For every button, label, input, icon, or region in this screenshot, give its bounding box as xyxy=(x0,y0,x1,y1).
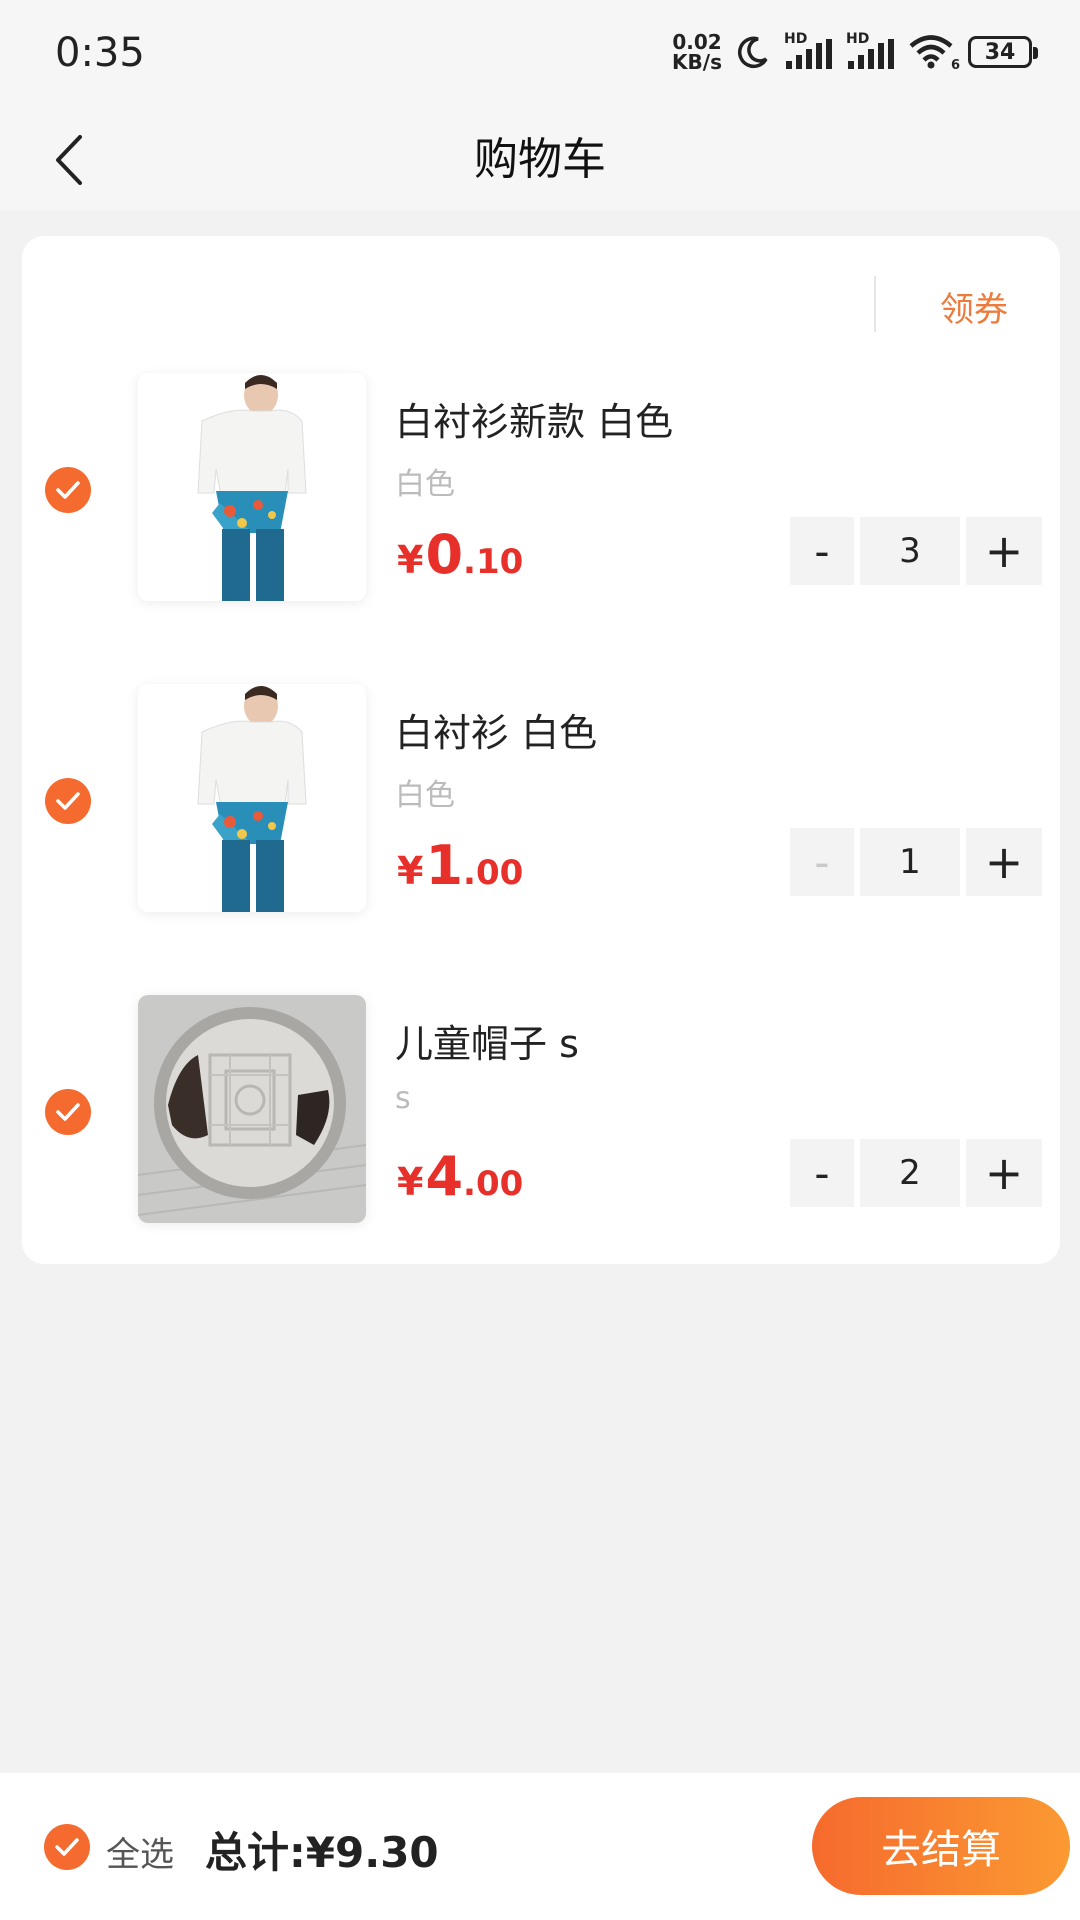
check-icon xyxy=(56,1103,80,1121)
product-name[interactable]: 白衬衫新款 白色 xyxy=(395,391,673,446)
cart-list: 领券 白衬衫新款 白色 白色 ¥0.10 - 3 + 白衬衫 白色 白色 ¥1.… xyxy=(22,236,1060,1264)
price-integer: 4 xyxy=(425,1145,464,1208)
wifi: 6 xyxy=(908,35,960,73)
quantity-value[interactable]: 2 xyxy=(860,1139,960,1207)
cart-item: 儿童帽子 s s ¥4.00 - 2 + xyxy=(22,995,1060,1227)
check-icon xyxy=(56,481,80,499)
coupon-button[interactable]: 领券 xyxy=(940,282,1008,331)
product-name[interactable]: 白衬衫 白色 xyxy=(395,702,597,757)
cart-item: 白衬衫新款 白色 白色 ¥0.10 - 3 + xyxy=(22,373,1060,605)
quantity-stepper: - 1 + xyxy=(790,828,1042,896)
signal-2: HD xyxy=(846,31,894,69)
wifi-sub-label: 6 xyxy=(950,58,960,73)
price-decimal: .00 xyxy=(463,1164,524,1204)
increase-button[interactable]: + xyxy=(966,1139,1042,1207)
total-price: 总计:¥9.30 xyxy=(205,1828,439,1877)
product-image[interactable] xyxy=(138,995,366,1223)
product-price: ¥4.00 xyxy=(397,1145,523,1208)
hd-badge: HD xyxy=(784,31,808,47)
checkout-button[interactable]: 去结算 xyxy=(812,1797,1070,1895)
shirt-product-photo xyxy=(138,373,366,601)
check-icon xyxy=(55,1838,79,1856)
product-spec: 白色 xyxy=(395,778,455,813)
item-checkbox[interactable] xyxy=(45,778,91,824)
decrease-button[interactable]: - xyxy=(790,1139,854,1207)
status-time: 0:35 xyxy=(55,30,145,76)
price-currency: ¥ xyxy=(397,849,424,893)
manhole-cover-photo xyxy=(138,995,366,1223)
increase-button[interactable]: + xyxy=(966,517,1042,585)
price-currency: ¥ xyxy=(397,538,424,582)
cart-item: 白衬衫 白色 白色 ¥1.00 - 1 + xyxy=(22,684,1060,916)
increase-button[interactable]: + xyxy=(966,828,1042,896)
select-all-checkbox[interactable] xyxy=(44,1824,90,1870)
moon-icon xyxy=(737,36,768,69)
product-price: ¥1.00 xyxy=(397,834,523,897)
quantity-value[interactable]: 1 xyxy=(860,828,960,896)
wifi-icon xyxy=(909,35,953,69)
checkout-bar: 全选 总计:¥9.30 去结算 xyxy=(0,1773,1080,1920)
check-icon xyxy=(56,792,80,810)
signal-1: HD xyxy=(784,31,832,69)
decrease-button[interactable]: - xyxy=(790,828,854,896)
price-integer: 0 xyxy=(425,523,464,586)
shirt-product-photo xyxy=(138,684,366,912)
price-integer: 1 xyxy=(425,834,464,897)
product-price: ¥0.10 xyxy=(397,523,523,586)
price-decimal: .10 xyxy=(463,542,524,582)
product-name[interactable]: 儿童帽子 s xyxy=(395,1013,579,1068)
coupon-divider xyxy=(874,276,876,332)
product-image[interactable] xyxy=(138,373,366,601)
price-currency: ¥ xyxy=(397,1160,424,1204)
product-spec: 白色 xyxy=(395,467,455,502)
quantity-stepper: - 2 + xyxy=(790,1139,1042,1207)
battery-level: 34 xyxy=(984,39,1016,65)
decrease-button[interactable]: - xyxy=(790,517,854,585)
page-title: 购物车 xyxy=(474,134,606,185)
product-image[interactable] xyxy=(138,684,366,912)
network-speed-unit: KB/s xyxy=(672,50,722,74)
network-speed-value: 0.02 xyxy=(672,30,722,54)
quantity-value[interactable]: 3 xyxy=(860,517,960,585)
network-speed: 0.02 KB/s xyxy=(672,32,722,72)
price-decimal: .00 xyxy=(463,853,524,893)
battery-icon: 34 xyxy=(968,36,1038,68)
item-checkbox[interactable] xyxy=(45,467,91,513)
status-bar: 0:35 0.02 KB/s HD HD 6 34 xyxy=(0,0,1080,105)
hd-badge: HD xyxy=(846,31,870,47)
quantity-stepper: - 3 + xyxy=(790,517,1042,585)
product-spec: s xyxy=(395,1081,411,1116)
item-checkbox[interactable] xyxy=(45,1089,91,1135)
select-all-label[interactable]: 全选 xyxy=(106,1827,174,1876)
header: 购物车 xyxy=(0,105,1080,210)
status-icons: 0.02 KB/s HD HD 6 34 xyxy=(672,31,1038,73)
